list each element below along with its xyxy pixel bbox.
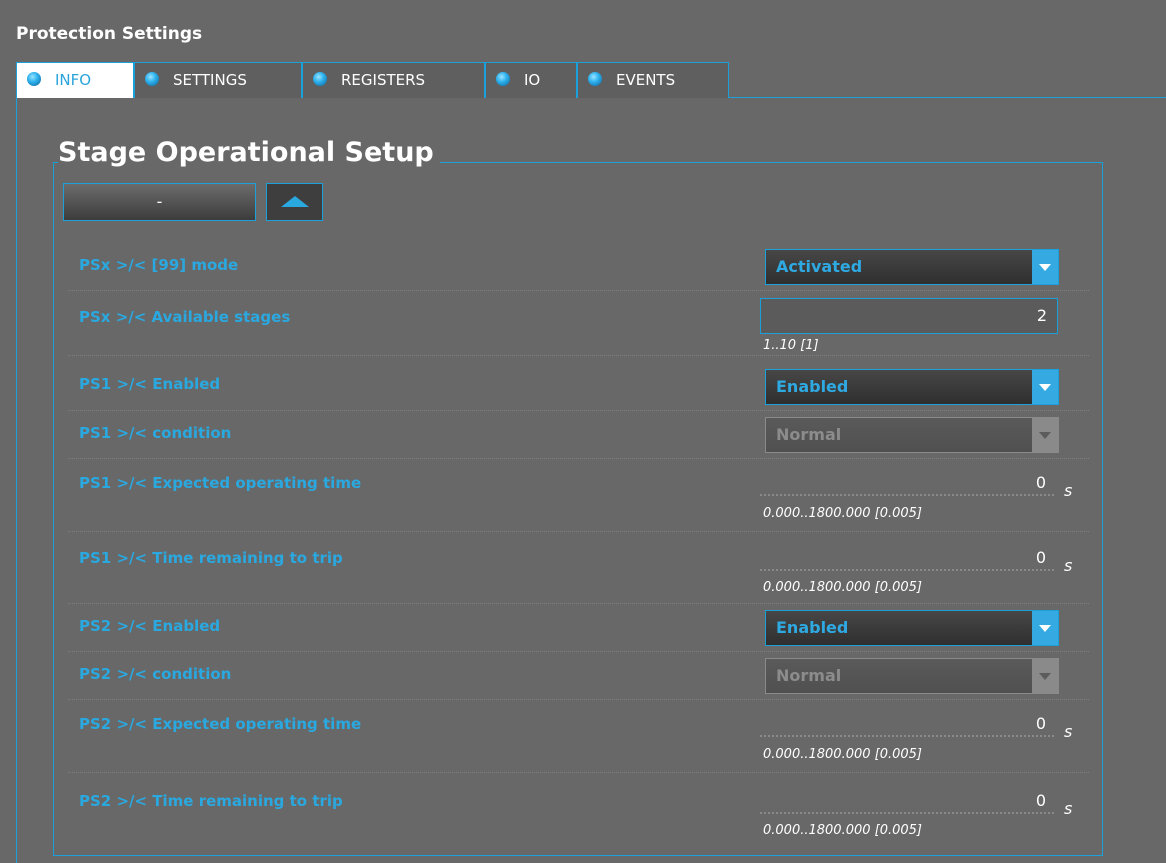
ps2-time-remaining-value: 0 [760, 788, 1054, 814]
dropdown-value: Activated [776, 257, 863, 276]
tab-label: REGISTERS [341, 71, 426, 89]
param-label-ps2-time-remaining: PS2 >/< Time remaining to trip [79, 792, 343, 810]
row-divider [68, 531, 1089, 532]
triangle-up-icon [281, 196, 309, 207]
tab-label: IO [524, 71, 541, 89]
tab-label: INFO [55, 71, 92, 89]
param-label-ps1-time-remaining: PS1 >/< Time remaining to trip [79, 549, 343, 567]
row-divider [68, 458, 1089, 459]
tab-io[interactable]: IO [485, 62, 577, 98]
stage-selector-button[interactable]: - [63, 183, 256, 221]
dropdown-value: Enabled [776, 618, 849, 637]
status-led-icon [145, 72, 159, 86]
row-divider [68, 355, 1089, 356]
param-label-mode: PSx >/< [99] mode [79, 256, 239, 274]
dropdown-value: Normal [776, 666, 842, 685]
ps1-expected-time-value[interactable]: 0 [760, 470, 1054, 496]
mode-dropdown[interactable]: Activated [765, 249, 1059, 285]
row-divider [68, 290, 1089, 291]
dropdown-value: Enabled [776, 377, 849, 396]
chevron-down-icon [1032, 418, 1058, 452]
range-hint: 0.000..1800.000 [0.005] [763, 747, 923, 762]
ps1-enabled-dropdown[interactable]: Enabled [765, 369, 1059, 405]
tab-label: SETTINGS [173, 71, 247, 89]
param-label-ps2-enabled: PS2 >/< Enabled [79, 617, 221, 635]
ps1-time-remaining-value: 0 [760, 545, 1054, 571]
unit-label: s [1064, 722, 1073, 741]
tab-label: EVENTS [616, 71, 676, 89]
ps2-expected-time-value[interactable]: 0 [760, 711, 1054, 737]
status-led-icon [588, 72, 602, 86]
ps2-condition-dropdown: Normal [765, 658, 1059, 694]
status-led-icon [27, 72, 41, 86]
chevron-down-icon [1032, 250, 1058, 284]
chevron-down-icon [1032, 370, 1058, 404]
available-stages-input[interactable]: 2 [760, 298, 1058, 334]
row-divider [68, 410, 1089, 411]
row-divider [68, 651, 1089, 652]
range-hint: 1..10 [1] [763, 338, 819, 353]
chevron-down-icon [1032, 659, 1058, 693]
tab-bar: INFO SETTINGS REGISTERS IO EVENTS [16, 62, 1166, 98]
range-hint: 0.000..1800.000 [0.005] [763, 823, 923, 838]
param-label-ps2-expected-time: PS2 >/< Expected operating time [79, 715, 362, 733]
unit-label: s [1064, 556, 1073, 575]
param-label-ps1-condition: PS1 >/< condition [79, 424, 232, 442]
ps2-enabled-dropdown[interactable]: Enabled [765, 610, 1059, 646]
ps1-condition-dropdown: Normal [765, 417, 1059, 453]
param-label-ps1-enabled: PS1 >/< Enabled [79, 375, 221, 393]
collapse-button[interactable] [266, 183, 323, 221]
status-led-icon [313, 72, 327, 86]
chevron-down-icon [1032, 611, 1058, 645]
tab-registers[interactable]: REGISTERS [302, 62, 485, 98]
dropdown-value: Normal [776, 425, 842, 444]
param-label-available-stages: PSx >/< Available stages [79, 308, 291, 326]
range-hint: 0.000..1800.000 [0.005] [763, 580, 923, 595]
window-title: Protection Settings [16, 24, 203, 44]
row-divider [68, 699, 1089, 700]
unit-label: s [1064, 481, 1073, 500]
param-label-ps1-expected-time: PS1 >/< Expected operating time [79, 474, 362, 492]
row-divider [68, 603, 1089, 604]
range-hint: 0.000..1800.000 [0.005] [763, 506, 923, 521]
status-led-icon [496, 72, 510, 86]
param-label-ps2-condition: PS2 >/< condition [79, 665, 232, 683]
tab-settings[interactable]: SETTINGS [134, 62, 302, 98]
row-divider [68, 772, 1089, 773]
tab-info[interactable]: INFO [16, 62, 134, 98]
unit-label: s [1064, 799, 1073, 818]
section-title: Stage Operational Setup [58, 136, 440, 170]
tab-events[interactable]: EVENTS [577, 62, 729, 98]
